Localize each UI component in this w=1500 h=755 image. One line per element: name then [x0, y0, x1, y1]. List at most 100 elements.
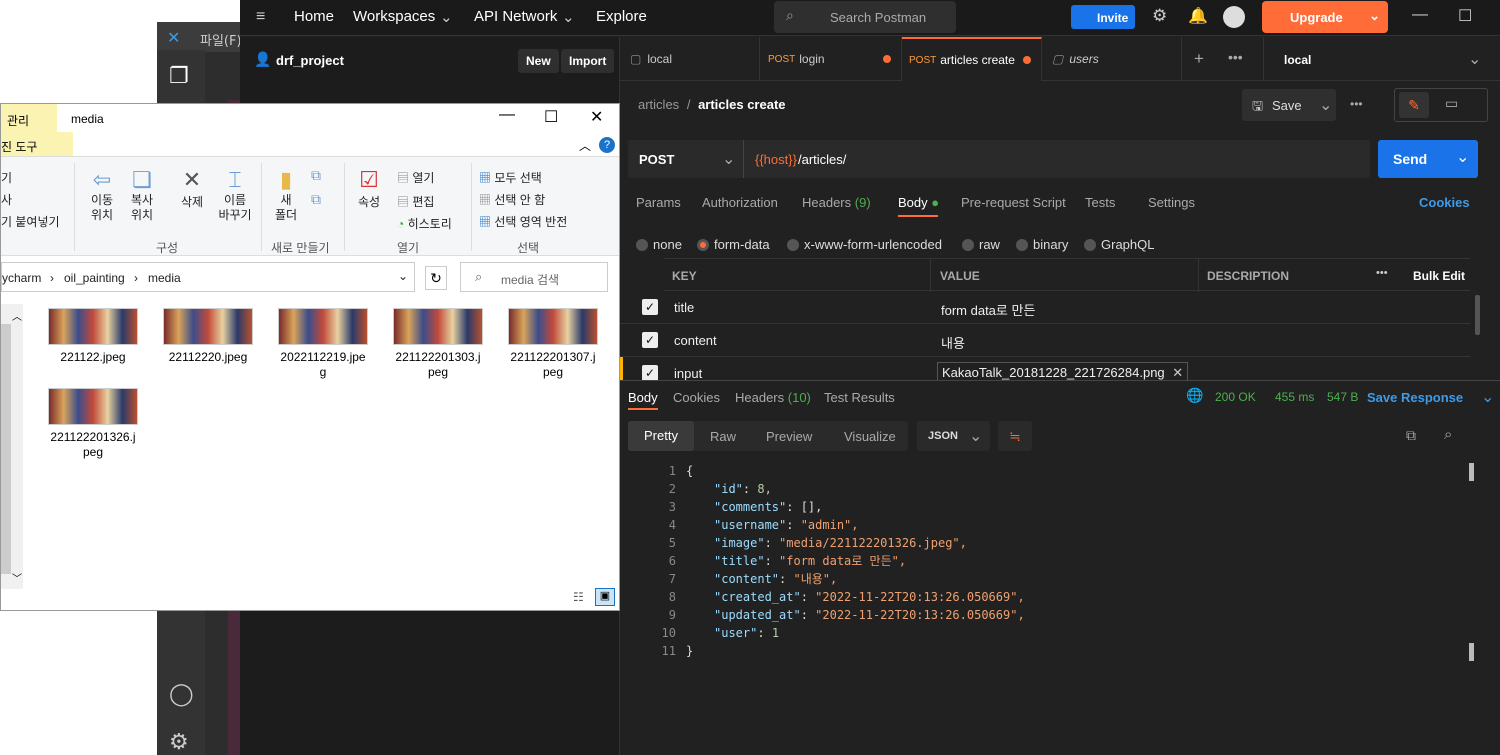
cookies-link[interactable]: Cookies: [1419, 195, 1470, 210]
nav-pane-scrollbar[interactable]: ︿ ﹀: [1, 304, 23, 589]
save-response-button[interactable]: Save Response: [1367, 390, 1463, 405]
file-item[interactable]: 2022112219.jpe g: [271, 308, 371, 384]
history-button[interactable]: ◔ 히스토리: [397, 215, 452, 232]
window-minimize-icon[interactable]: —: [1412, 6, 1428, 24]
delete-button[interactable]: ✕ 삭제: [173, 167, 211, 210]
tab-login[interactable]: POST login: [760, 37, 902, 81]
path-segment[interactable]: ycharm: [2, 271, 41, 285]
more-options-icon[interactable]: •••: [1376, 267, 1388, 279]
wrap-lines-icon[interactable]: ≒: [998, 421, 1032, 451]
refresh-icon[interactable]: ↻: [425, 266, 447, 290]
search-icon[interactable]: ⌕: [1444, 426, 1452, 443]
window-close-icon[interactable]: ✕: [590, 107, 603, 127]
view-pretty[interactable]: Pretty: [628, 421, 694, 451]
menu-hamburger-icon[interactable]: ≡: [256, 8, 265, 26]
code-scrollbar-top[interactable]: [1469, 463, 1474, 481]
copy-to-button[interactable]: ❏ 복사 위치: [123, 167, 161, 223]
row-checkbox[interactable]: ✓: [642, 332, 658, 348]
open-button[interactable]: ▤ 열기: [397, 169, 434, 186]
radio-graphql[interactable]: GraphQL: [1084, 237, 1154, 252]
chevron-up-icon[interactable]: ︿: [579, 137, 591, 154]
window-maximize-icon[interactable]: ☐: [544, 107, 558, 127]
tab-articles-create[interactable]: POST articles create: [902, 37, 1042, 81]
resp-tab-body[interactable]: Body: [628, 390, 658, 405]
row-checkbox[interactable]: ✓: [642, 299, 658, 315]
search-input[interactable]: ⌕ media 검색: [460, 262, 608, 292]
select-all-button[interactable]: ▦ 모두 선택: [479, 169, 542, 186]
resp-tab-test-results[interactable]: Test Results: [824, 390, 895, 405]
nav-api-network[interactable]: API Network: [474, 8, 557, 25]
bulk-edit-button[interactable]: Bulk Edit: [1413, 269, 1465, 283]
file-chip[interactable]: KakaoTalk_20181228_221726284.png ✕: [937, 362, 1189, 380]
remove-file-icon[interactable]: ✕: [1172, 365, 1183, 380]
table-scrollbar[interactable]: [1475, 295, 1480, 335]
row-key[interactable]: title: [674, 300, 694, 315]
notifications-bell-icon[interactable]: 🔔: [1188, 6, 1208, 26]
manage-gear-icon[interactable]: ⚙: [169, 730, 189, 755]
path-segment[interactable]: media: [148, 271, 181, 285]
tab-headers[interactable]: Headers (9): [802, 195, 871, 210]
row-checkbox[interactable]: ✓: [642, 365, 658, 380]
tab-tests[interactable]: Tests: [1085, 195, 1115, 210]
status-code[interactable]: 200 OK: [1215, 390, 1256, 404]
resp-tab-cookies[interactable]: Cookies: [673, 390, 720, 405]
method-select[interactable]: POST: [639, 152, 674, 167]
more-options-icon[interactable]: •••: [1350, 97, 1363, 111]
new-item-icon[interactable]: ⧉: [311, 167, 321, 184]
response-body[interactable]: 1{2 "id": 8, 3 "comments": [], 4 "username": …: [640, 462, 1460, 662]
view-visualize[interactable]: Visualize: [844, 429, 896, 444]
edit-pencil-icon[interactable]: ✎: [1399, 92, 1429, 118]
send-button[interactable]: Send ⌄: [1378, 140, 1478, 178]
address-bar[interactable]: ycharm › oil_painting › media ⌄: [1, 262, 415, 292]
radio-form-data[interactable]: form-data: [697, 237, 770, 252]
path-segment[interactable]: oil_painting: [64, 271, 125, 285]
search-box[interactable]: ⌕ Search Postman: [774, 1, 956, 33]
window-maximize-icon[interactable]: ☐: [1458, 6, 1472, 26]
invert-selection-button[interactable]: ▦ 선택 영역 반전: [479, 213, 567, 230]
url-path[interactable]: /articles/: [798, 152, 846, 167]
window-minimize-icon[interactable]: —: [499, 106, 515, 124]
file-item[interactable]: 221122.jpeg: [41, 308, 141, 384]
tab-settings[interactable]: Settings: [1148, 195, 1195, 210]
view-raw[interactable]: Raw: [710, 429, 736, 444]
tab-local[interactable]: ▢ local: [620, 37, 760, 81]
select-none-button[interactable]: ▦ 선택 안 함: [479, 191, 545, 208]
view-preview[interactable]: Preview: [766, 429, 812, 444]
radio-binary[interactable]: binary: [1016, 237, 1068, 252]
easy-access-icon[interactable]: ⧉: [311, 191, 321, 208]
radio-urlencoded[interactable]: x-www-form-urlencoded: [787, 237, 942, 252]
chevron-down-icon[interactable]: ⌄: [398, 269, 408, 283]
avatar[interactable]: [1223, 6, 1245, 28]
row-key[interactable]: content: [674, 333, 717, 348]
ribbon-paste-shortcut[interactable]: 기 붙여넣기: [1, 213, 60, 230]
invite-button[interactable]: Invite: [1071, 5, 1135, 29]
breadcrumb-current[interactable]: articles create: [698, 97, 785, 112]
row-value[interactable]: 내용: [941, 333, 965, 352]
url-variable[interactable]: {{host}}: [755, 152, 797, 167]
workspace-name[interactable]: drf_project: [276, 53, 344, 68]
add-tab-icon[interactable]: +: [1194, 49, 1204, 69]
help-icon[interactable]: ?: [599, 137, 615, 153]
details-view-icon[interactable]: ☷: [573, 590, 584, 604]
environment-selector[interactable]: local ⌄: [1263, 37, 1500, 81]
tab-prerequest[interactable]: Pre-request Script: [961, 195, 1066, 210]
comments-icon[interactable]: ▭: [1445, 95, 1458, 112]
nav-explore[interactable]: Explore: [596, 8, 647, 25]
new-button[interactable]: New: [518, 49, 559, 73]
properties-button[interactable]: ☑ 속성: [351, 167, 387, 210]
save-button[interactable]: 🖫 Save ⌄: [1242, 89, 1336, 121]
response-size[interactable]: 547 B: [1327, 390, 1358, 404]
tab-params[interactable]: Params: [636, 195, 681, 210]
more-options-icon[interactable]: •••: [1228, 49, 1243, 65]
resp-tab-headers[interactable]: Headers (10): [735, 390, 811, 405]
explorer-files-icon[interactable]: ❐: [169, 64, 189, 89]
radio-raw[interactable]: raw: [962, 237, 1000, 252]
tab-users[interactable]: ▢ users: [1042, 37, 1182, 81]
new-folder-button[interactable]: ▮ 새 폴더: [269, 167, 303, 223]
settings-gear-icon[interactable]: ⚙: [1152, 6, 1167, 26]
file-item[interactable]: 221122201326.j peg: [41, 388, 141, 464]
radio-none[interactable]: none: [636, 237, 682, 252]
code-scrollbar-bottom[interactable]: [1469, 643, 1474, 661]
large-icons-view-icon[interactable]: ▣: [595, 588, 615, 606]
scroll-thumb[interactable]: [1, 324, 11, 574]
